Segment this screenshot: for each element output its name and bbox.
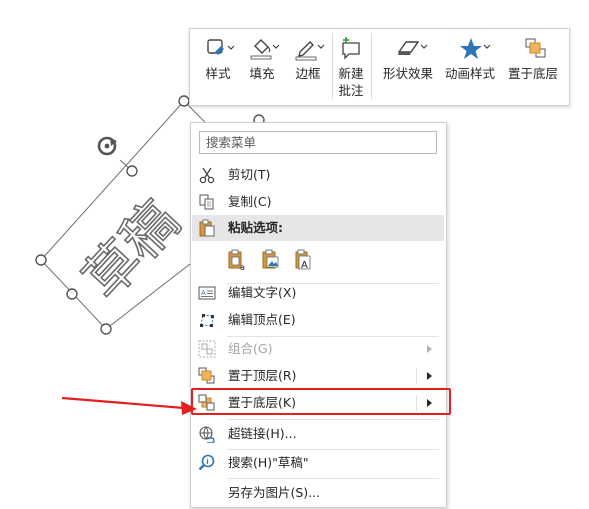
svg-text:i: i: [206, 458, 208, 466]
shape-effects-button[interactable]: 形状效果: [379, 29, 437, 105]
menu-item-label: 组合(G): [228, 341, 273, 356]
fill-button[interactable]: 填充: [242, 29, 282, 105]
menu-item-hyperlink[interactable]: 超链接(H)...: [192, 421, 444, 447]
group-icon: [198, 340, 216, 358]
clipboard-icon: [199, 219, 215, 237]
hyperlink-icon: [199, 426, 215, 443]
copy-icon: [199, 194, 214, 210]
resize-handle-bottom-left[interactable]: [100, 323, 112, 335]
paste-text-only-icon[interactable]: A: [294, 249, 314, 271]
svg-text:A: A: [201, 289, 206, 297]
scissors-icon: [199, 167, 215, 184]
send-to-back-icon: [525, 38, 546, 58]
bring-to-front-icon: [198, 367, 215, 384]
shape-effects-label: 形状效果: [382, 66, 433, 81]
new-comment-button[interactable]: 新建 批注: [334, 29, 368, 105]
paste-options-header: 粘贴选项:: [192, 215, 444, 241]
menu-item-bring-to-front[interactable]: 置于顶层(R): [192, 363, 444, 389]
menu-divider: [227, 419, 439, 420]
border-label: 边框: [295, 66, 321, 81]
rotate-handle-icon[interactable]: [97, 136, 117, 156]
menu-divider: [227, 478, 439, 479]
edit-text-icon: A: [198, 286, 216, 300]
menu-item-label: 另存为图片(S)...: [228, 485, 321, 500]
style-button[interactable]: 样式: [198, 29, 238, 105]
menu-search-input[interactable]: [199, 131, 437, 154]
toolbar-separator: [371, 33, 372, 99]
menu-item-label: 剪切(T): [228, 167, 271, 182]
pen-outline-icon: [295, 41, 325, 61]
menu-item-save-as-picture[interactable]: 另存为图片(S)...: [192, 480, 444, 506]
shape-style-icon: [207, 39, 235, 55]
menu-item-label: 编辑顶点(E): [228, 312, 296, 327]
fill-label: 填充: [249, 66, 275, 81]
fill-bucket-icon: [250, 39, 280, 60]
toolbar-separator: [332, 33, 333, 99]
menu-item-label: 编辑文字(X): [228, 285, 297, 300]
menu-item-label: 置于顶层(R): [228, 368, 297, 383]
resize-handle-left[interactable]: [35, 254, 47, 266]
send-to-back-toolbar-label: 置于底层: [507, 66, 558, 81]
paste-keep-format-icon[interactable]: a: [227, 249, 247, 271]
edit-points-icon: [200, 314, 214, 327]
menu-item-edit-text[interactable]: A 编辑文字(X): [192, 280, 444, 306]
chevron-right-icon: [427, 345, 432, 353]
menu-item-label: 搜索(H)"草稿": [228, 455, 309, 470]
smart-lookup-icon: i: [198, 454, 215, 471]
new-comment-icon: [342, 37, 360, 60]
menu-item-copy[interactable]: 复制(C): [192, 189, 444, 215]
menu-item-smart-lookup[interactable]: i 搜索(H)"草稿": [192, 450, 444, 476]
new-comment-label: 新建 批注: [338, 66, 364, 98]
resize-handle-top[interactable]: [126, 165, 138, 177]
star-animation-icon: [460, 38, 491, 59]
menu-item-label: 超链接(H)...: [228, 426, 297, 441]
shape-effects-icon: [397, 41, 428, 55]
style-label: 样式: [205, 66, 231, 81]
border-button[interactable]: 边框: [288, 29, 328, 105]
menu-item-label: 复制(C): [228, 194, 272, 209]
context-menu: 剪切(T) 复制(C) 粘贴选项: a A: [190, 122, 447, 508]
chevron-right-icon[interactable]: [427, 372, 432, 380]
submenu-separator: [416, 368, 417, 384]
animation-styles-label: 动画样式: [444, 66, 495, 81]
shape-text: 草稿: [71, 189, 191, 311]
highlight-box: [191, 388, 451, 415]
send-to-back-toolbar-button[interactable]: 置于底层: [503, 29, 563, 105]
resize-handle-bottom[interactable]: [66, 288, 78, 300]
menu-item-edit-points[interactable]: 编辑顶点(E): [192, 307, 444, 333]
svg-text:A: A: [301, 260, 308, 271]
menu-item-cut[interactable]: 剪切(T): [192, 162, 444, 188]
svg-text:a: a: [240, 263, 245, 271]
resize-handle-top-right[interactable]: [178, 95, 190, 107]
menu-item-label: 粘贴选项:: [228, 220, 283, 235]
menu-item-group: 组合(G): [192, 336, 444, 362]
mini-toolbar: 样式 填充 边框 新建 批注 形状效果 动画样式 置于底层: [189, 28, 570, 106]
animation-styles-button[interactable]: 动画样式: [441, 29, 499, 105]
paste-picture-icon[interactable]: [261, 249, 281, 271]
